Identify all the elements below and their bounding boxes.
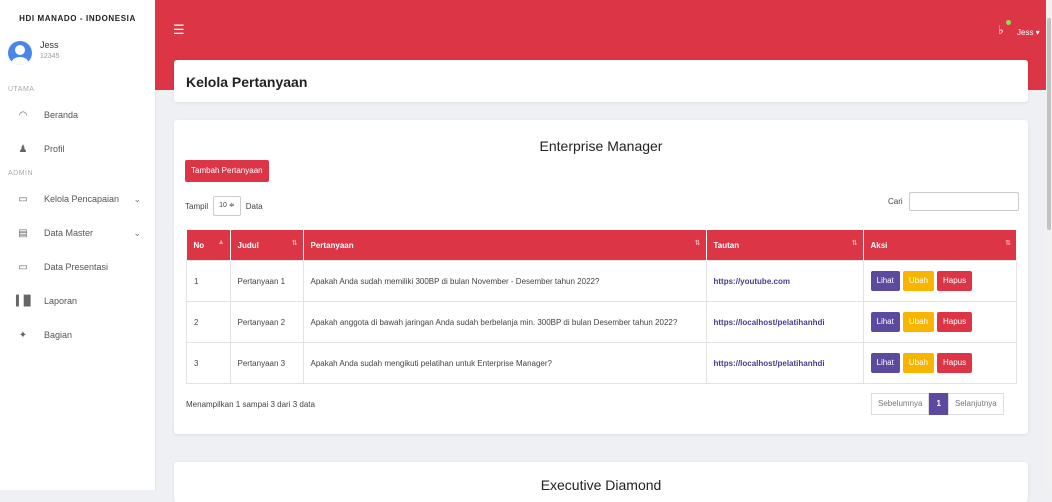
cell-judul: Pertanyaan 1 bbox=[229, 260, 304, 302]
view-button[interactable]: Lihat bbox=[870, 312, 900, 332]
column-header-tautan[interactable]: Tautan ⇅ bbox=[706, 230, 864, 261]
show-suffix: Data bbox=[245, 201, 263, 211]
cell-pertanyaan: Apakah Anda sudah memiliki 300BP di bula… bbox=[302, 260, 707, 302]
chevron-down-icon: ⌄ bbox=[133, 227, 141, 238]
cell-tautan-link[interactable]: https://localhost/pelatihanhdi bbox=[705, 342, 864, 384]
sidebar-item-data-master[interactable]: ▤ Data Master ⌄ bbox=[0, 216, 155, 250]
sidebar-item-label: Bagian bbox=[44, 330, 73, 340]
second-card: Executive Diamond bbox=[174, 462, 1028, 502]
delete-button[interactable]: Hapus bbox=[936, 312, 973, 332]
cell-tautan-link[interactable]: https://youtube.com bbox=[705, 260, 864, 302]
table-row: 1 Pertanyaan 1 Apakah Anda sudah memilik… bbox=[186, 260, 1017, 302]
questions-table: No ▲ Judul ⇅ Pertanyaan ⇅ Tautan ⇅ Aksi ⇅ 1 P… bbox=[186, 230, 1017, 384]
question-card: Enterprise Manager Tambah Pertanyaan Tam… bbox=[174, 120, 1028, 434]
cell-aksi: Lihat Ubah Hapus bbox=[862, 260, 1017, 302]
card-title: Enterprise Manager bbox=[539, 138, 663, 154]
sidebar-item-label: Data Presentasi bbox=[44, 262, 109, 272]
column-header-judul[interactable]: Judul ⇅ bbox=[230, 230, 304, 261]
column-header-no[interactable]: No ▲ bbox=[186, 230, 231, 261]
sidebar-item-data-presentasi[interactable]: ▭ Data Presentasi bbox=[0, 250, 155, 284]
cell-pertanyaan: Apakah anggota di bawah jaringan Anda su… bbox=[302, 301, 707, 343]
page-title: Kelola Pertanyaan bbox=[186, 74, 308, 90]
chart-icon: ▍▉ bbox=[16, 295, 32, 307]
delete-button[interactable]: Hapus bbox=[936, 271, 973, 291]
chevron-down-icon: ⌄ bbox=[133, 193, 141, 204]
sort-icon: ⇅ bbox=[694, 240, 701, 247]
sort-icon: ⇅ bbox=[1005, 240, 1011, 247]
edit-button[interactable]: Ubah bbox=[902, 312, 934, 332]
section-label-main: UTAMA bbox=[8, 86, 35, 93]
notification-dot bbox=[1006, 20, 1011, 25]
column-label: Aksi bbox=[870, 240, 888, 250]
cell-judul: Pertanyaan 2 bbox=[229, 301, 304, 343]
scrollbar-thumb[interactable] bbox=[1047, 18, 1051, 230]
card-title: Executive Diamond bbox=[540, 477, 662, 493]
user-id: 12345 bbox=[40, 53, 60, 60]
table-info: Menampilkan 1 sampai 3 dari 3 data bbox=[186, 400, 315, 409]
next-page-button[interactable]: Selanjutnya bbox=[947, 393, 1004, 415]
table-row: 2 Pertanyaan 2 Apakah anggota di bawah j… bbox=[186, 301, 1017, 343]
book-icon: ▤ bbox=[18, 227, 28, 239]
sidebar-item-laporan[interactable]: ▍▉ Laporan bbox=[0, 284, 155, 318]
sort-icon: ⇅ bbox=[291, 240, 298, 247]
bell-icon[interactable]: ♭ bbox=[998, 23, 1004, 37]
view-button[interactable]: Lihat bbox=[870, 353, 900, 373]
section-label-admin: ADMIN bbox=[8, 170, 34, 177]
search-label: Cari bbox=[888, 197, 903, 206]
search-control: Cari bbox=[888, 192, 1019, 211]
cell-judul: Pertanyaan 3 bbox=[229, 342, 304, 384]
cell-aksi: Lihat Ubah Hapus bbox=[862, 301, 1017, 343]
prev-page-button[interactable]: Sebelumnya bbox=[871, 393, 930, 415]
cell-pertanyaan: Apakah Anda sudah mengikuti pelatihan un… bbox=[302, 342, 707, 384]
cell-aksi: Lihat Ubah Hapus bbox=[862, 342, 1017, 384]
cell-no: 2 bbox=[186, 301, 231, 343]
cell-tautan-link[interactable]: https://localhost/pelatihanhdi bbox=[705, 301, 864, 343]
tools-icon: ✦ bbox=[18, 329, 28, 341]
sidebar-item-label: Laporan bbox=[44, 296, 78, 306]
column-header-aksi[interactable]: Aksi ⇅ bbox=[863, 230, 1017, 261]
search-input[interactable] bbox=[908, 192, 1019, 211]
show-prefix: Tampil bbox=[185, 201, 209, 211]
cell-no: 1 bbox=[186, 260, 231, 302]
delete-button[interactable]: Hapus bbox=[936, 353, 973, 373]
sidebar: HDI MANADO - INDONESIA Jess 12345 UTAMA … bbox=[0, 0, 156, 490]
sidebar-item-label: Beranda bbox=[44, 110, 79, 120]
pagination: Sebelumnya 1 Selanjutnya bbox=[871, 393, 1004, 415]
page-length-control: Tampil 10 ≑ Data bbox=[185, 196, 263, 216]
table-row: 3 Pertanyaan 3 Apakah Anda sudah mengiku… bbox=[186, 342, 1017, 384]
gauge-icon: ◠ bbox=[18, 109, 28, 121]
user-icon: ♟ bbox=[18, 143, 28, 155]
page-button-current[interactable]: 1 bbox=[929, 393, 948, 415]
cell-no: 3 bbox=[186, 342, 231, 384]
sort-asc-icon: ▲ bbox=[217, 239, 225, 246]
user-name: Jess bbox=[40, 40, 59, 50]
sidebar-item-label: Profil bbox=[44, 144, 65, 154]
sort-icon: ⇅ bbox=[851, 240, 858, 247]
sidebar-item-bagian[interactable]: ✦ Bagian bbox=[0, 318, 155, 352]
view-button[interactable]: Lihat bbox=[870, 271, 900, 291]
page-length-select[interactable]: 10 ≑ bbox=[213, 196, 241, 216]
edit-button[interactable]: Ubah bbox=[902, 271, 934, 291]
menu-toggle-icon[interactable]: ☰ bbox=[173, 23, 185, 36]
sidebar-item-label: Data Master bbox=[44, 228, 94, 238]
column-label: Pertanyaan bbox=[310, 240, 354, 250]
sidebar-item-kelola-pencapaian[interactable]: ▭ Kelola Pencapaian ⌄ bbox=[0, 182, 155, 216]
user-menu[interactable]: Jess ▾ bbox=[1017, 28, 1040, 37]
brand-title: HDI MANADO - INDONESIA bbox=[19, 14, 136, 23]
monitor-icon: ▭ bbox=[18, 261, 28, 273]
user-profile[interactable]: Jess 12345 bbox=[0, 38, 155, 78]
page-header: Kelola Pertanyaan bbox=[174, 60, 1028, 102]
column-header-pertanyaan[interactable]: Pertanyaan ⇅ bbox=[303, 230, 707, 261]
sidebar-item-label: Kelola Pencapaian bbox=[44, 194, 120, 204]
avatar bbox=[8, 41, 32, 65]
add-question-button[interactable]: Tambah Pertanyaan bbox=[185, 160, 269, 182]
column-label: No bbox=[193, 240, 205, 250]
edit-button[interactable]: Ubah bbox=[902, 353, 934, 373]
folder-icon: ▭ bbox=[18, 193, 28, 205]
column-label: Tautan bbox=[713, 240, 740, 250]
column-label: Judul bbox=[237, 240, 259, 250]
sidebar-item-beranda[interactable]: ◠ Beranda bbox=[0, 98, 155, 132]
sidebar-item-profil[interactable]: ♟ Profil bbox=[0, 132, 155, 166]
